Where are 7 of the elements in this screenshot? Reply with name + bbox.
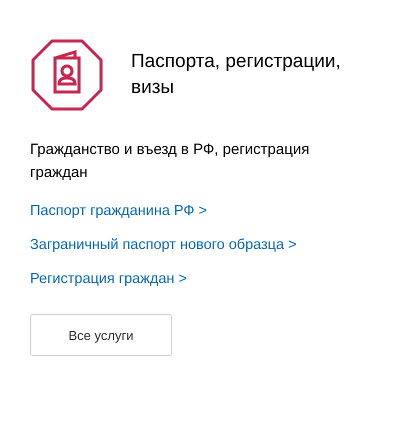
all-services-button[interactable]: Все услуги	[30, 314, 172, 356]
card-description: Гражданство и въезд в РФ, регистрация граждан	[30, 140, 310, 183]
card-title: Паспорта, регистрации, визы	[131, 50, 342, 100]
service-link[interactable]: Заграничный паспорт нового образца >	[30, 235, 297, 256]
service-link[interactable]: Регистрация граждан >	[30, 269, 187, 290]
service-link[interactable]: Паспорт гражданина РФ >	[30, 201, 207, 222]
passport-icon	[30, 38, 104, 112]
